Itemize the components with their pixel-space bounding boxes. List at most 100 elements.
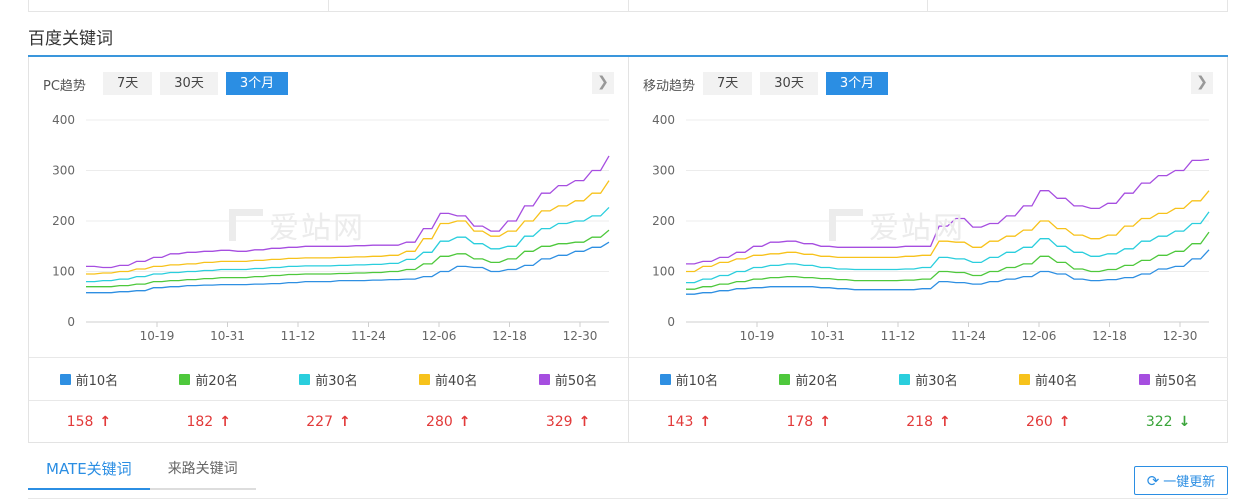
- rank-count: 329 ↑: [508, 401, 628, 442]
- arrow-up-icon: ↑: [938, 413, 951, 430]
- legend-label: 前40名: [1035, 374, 1078, 389]
- legend-item[interactable]: 前30名: [269, 358, 389, 401]
- section-title: 百度关键词: [28, 29, 113, 49]
- y-tick-label: 400: [652, 113, 675, 127]
- arrow-up-icon: ↑: [1058, 413, 1071, 430]
- arrow-up-icon: ↑: [819, 413, 831, 430]
- tab-7days[interactable]: 7天: [703, 72, 753, 95]
- mobile-trend-panel: 移动趋势 7天 30天 3个月 ❯ 0 100 200 300 400 10-19 10-3…: [628, 57, 1228, 442]
- x-tick-label: 10-19: [140, 329, 175, 343]
- legend-item[interactable]: 前20名: [149, 358, 269, 401]
- rank-count-value: 218: [906, 413, 933, 430]
- x-tick-label: 10-19: [740, 329, 775, 343]
- pc-range-tabs: 7天 30天 3个月: [103, 72, 289, 95]
- y-tick-label: 100: [52, 265, 75, 279]
- legend-swatch: [1019, 374, 1031, 385]
- rank-count: 158 ↑: [29, 401, 149, 442]
- y-tick-label: 100: [652, 265, 675, 279]
- rank-count: 178 ↑: [749, 401, 869, 442]
- rank-count-value: 158: [66, 413, 94, 430]
- y-tick-label: 200: [52, 214, 75, 228]
- legend-swatch: [538, 374, 550, 385]
- x-tick-label: 11-12: [281, 329, 316, 343]
- legend-item[interactable]: 前30名: [869, 358, 989, 401]
- rank-count-value: 260: [1026, 413, 1053, 430]
- pc-legend: 前10名 前20名 前30名 前40名 前50名: [29, 357, 628, 401]
- rank-count-value: 322: [1145, 413, 1173, 430]
- legend-label: 前30名: [315, 374, 358, 389]
- legend-swatch: [779, 374, 791, 385]
- x-tick-label: 12-06: [1022, 329, 1057, 343]
- tab-30days[interactable]: 30天: [760, 72, 818, 95]
- legend-swatch: [899, 374, 911, 385]
- legend-item[interactable]: 前10名: [629, 358, 749, 401]
- legend-item[interactable]: 前50名: [508, 358, 628, 401]
- y-tick-label: 300: [52, 164, 75, 178]
- watermark-logo-icon: [229, 209, 263, 241]
- tab-mate-keywords[interactable]: MATE关键词: [28, 452, 150, 490]
- watermark: 爱站网: [229, 203, 365, 247]
- mobile-values: 143 ↑ 178 ↑ 218 ↑ 260 ↑ 322 ↓: [629, 400, 1228, 442]
- legend-swatch: [1138, 374, 1150, 385]
- rank-count-value: 280: [426, 413, 453, 430]
- legend-label: 前20名: [195, 374, 238, 389]
- mobile-legend: 前10名 前20名 前30名 前40名 前50名: [629, 357, 1228, 401]
- tab-referrer-keywords[interactable]: 来路关键词: [149, 452, 256, 490]
- trend-panels: PC趋势 7天 30天 3个月 ❯ 0 100 200 300 400 10-19 10-3…: [28, 57, 1228, 443]
- update-all-button[interactable]: ⟳ 一键更新: [1134, 466, 1228, 495]
- arrow-up-icon: ↑: [338, 413, 351, 430]
- rank-count: 280 ↑: [388, 401, 508, 442]
- x-tick-label: 12-18: [1092, 329, 1127, 343]
- rank-count: 260 ↑: [988, 401, 1108, 442]
- arrow-down-icon: ↓: [1178, 413, 1191, 430]
- legend-item[interactable]: 前40名: [388, 358, 508, 401]
- legend-swatch: [419, 374, 431, 385]
- rank-count-value: 182: [186, 413, 214, 430]
- legend-label: 前20名: [795, 374, 838, 389]
- y-tick-label: 0: [667, 315, 675, 329]
- legend-label: 前50名: [1154, 374, 1198, 389]
- x-tick-label: 12-30: [563, 329, 598, 343]
- legend-item[interactable]: 前40名: [988, 358, 1108, 401]
- series-line: [86, 241, 610, 294]
- rank-count-value: 178: [786, 413, 814, 430]
- legend-label: 前10名: [75, 374, 119, 389]
- legend-item[interactable]: 前20名: [749, 358, 869, 401]
- pc-trend-title: PC趋势: [43, 79, 86, 94]
- pc-trend-panel: PC趋势 7天 30天 3个月 ❯ 0 100 200 300 400 10-19 10-3…: [29, 57, 628, 442]
- legend-swatch: [59, 374, 71, 385]
- legend-swatch: [179, 374, 191, 385]
- legend-item[interactable]: 前10名: [29, 358, 149, 401]
- tab-3months[interactable]: 3个月: [825, 72, 889, 95]
- x-tick-label: 10-31: [810, 329, 845, 343]
- x-tick-label: 11-24: [951, 329, 986, 343]
- mobile-range-tabs: 7天 30天 3个月: [703, 72, 889, 95]
- rank-count-value: 143: [666, 413, 694, 430]
- bottom-divider: [28, 498, 1228, 499]
- keyword-tabs: MATE关键词 来路关键词: [28, 452, 256, 490]
- legend-label: 前10名: [675, 374, 719, 389]
- rank-count: 322 ↓: [1108, 401, 1228, 442]
- rank-count: 218 ↑: [869, 401, 989, 442]
- arrow-up-icon: ↑: [458, 413, 471, 430]
- tab-7days[interactable]: 7天: [103, 72, 153, 95]
- y-tick-label: 400: [52, 113, 75, 127]
- refresh-icon: ⟳: [1146, 471, 1160, 490]
- x-tick-label: 11-12: [881, 329, 916, 343]
- x-tick-label: 10-31: [210, 329, 245, 343]
- chevron-right-icon[interactable]: ❯: [592, 72, 614, 94]
- legend-item[interactable]: 前50名: [1108, 358, 1228, 401]
- chevron-right-icon[interactable]: ❯: [1191, 72, 1213, 94]
- y-tick-label: 300: [652, 164, 675, 178]
- y-tick-label: 200: [652, 214, 675, 228]
- legend-label: 前50名: [554, 374, 598, 389]
- tab-30days[interactable]: 30天: [160, 72, 218, 95]
- update-all-label: 一键更新: [1163, 475, 1216, 490]
- x-tick-label: 12-18: [492, 329, 527, 343]
- rank-count: 143 ↑: [629, 401, 749, 442]
- watermark: 爱站网: [829, 203, 965, 247]
- arrow-up-icon: ↑: [99, 413, 112, 430]
- tab-3months[interactable]: 3个月: [225, 72, 289, 95]
- top-table-cells: [28, 0, 1228, 12]
- rank-count-value: 329: [545, 413, 573, 430]
